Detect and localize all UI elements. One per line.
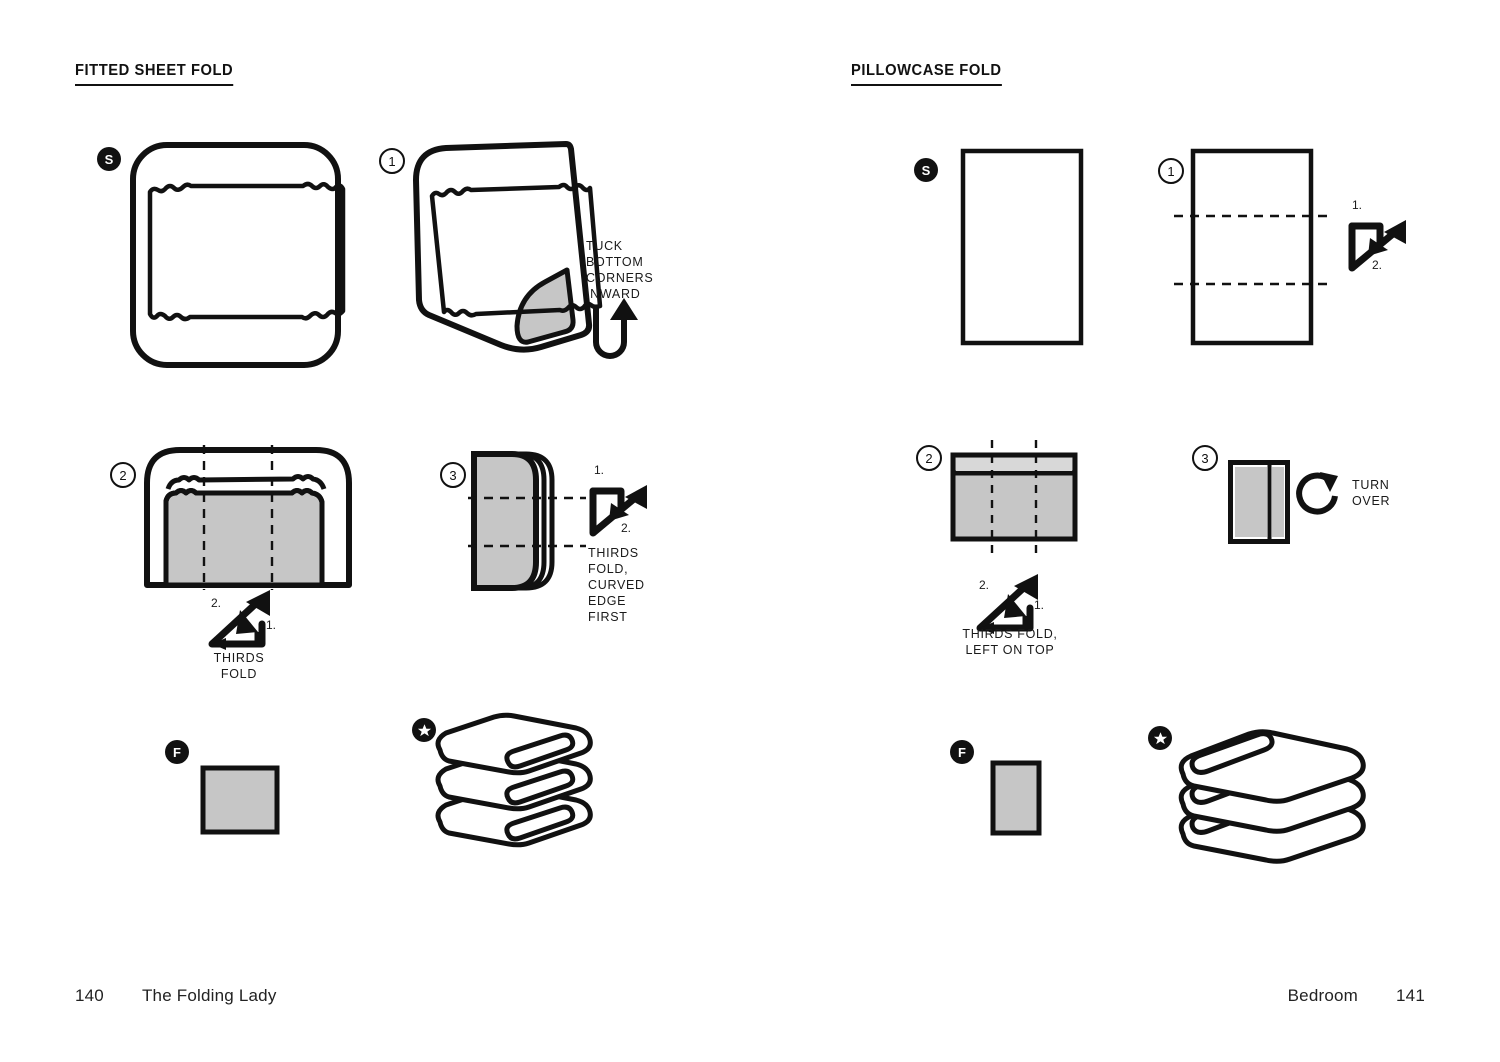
figure-fitted-sheet-flat-result <box>200 765 280 835</box>
callout-tuck-bottom-corners: TUCK BOTTOM CORNERS INWARD <box>586 239 654 301</box>
badge-step2-pillowcase: 2 <box>916 445 942 471</box>
figure-folded-stack-fitted-sheet <box>430 712 610 858</box>
arrow-step-label-1-fitted-step2: 1. <box>266 618 277 632</box>
badge-start-pillowcase: S <box>914 158 938 182</box>
figure-fitted-sheet-step1 <box>404 140 603 372</box>
figure-pillowcase-start <box>960 148 1084 346</box>
badge-start-fitted-sheet: S <box>97 147 121 171</box>
figure-pillowcase-step1 <box>1174 148 1330 346</box>
figure-fitted-sheet-step2 <box>142 445 354 590</box>
footer-book-title: The Folding Lady <box>141 986 277 1005</box>
arrow-step-label-1-pillowcase-step1: 1. <box>1352 198 1363 212</box>
rotate-clockwise-arrow-icon <box>1296 466 1346 522</box>
arrow-step-label-2-fitted-step2: 2. <box>211 596 222 610</box>
u-turn-up-arrow-icon <box>588 296 646 362</box>
callout-turn-over: TURN OVER <box>1352 478 1391 508</box>
badge-step3-fitted-sheet: 3 <box>440 462 466 488</box>
section-heading-pillowcase: PILLOWCASE FOLD <box>851 62 1002 86</box>
figure-pillowcase-step2 <box>950 440 1078 554</box>
figure-pillowcase-flat-result <box>990 760 1042 836</box>
star-icon <box>1153 731 1167 744</box>
badge-final-pillowcase <box>1148 726 1172 750</box>
arrow-step-label-2-pillowcase-step1: 2. <box>1372 258 1383 272</box>
figure-fitted-sheet-step3 <box>468 450 598 591</box>
badge-step1-fitted-sheet: 1 <box>379 148 405 174</box>
badge-flat-fitted-sheet: F <box>165 740 189 764</box>
star-icon <box>417 723 431 736</box>
figure-folded-stack-pillowcase <box>1175 729 1366 864</box>
footer-page-number-right: 141 <box>1396 986 1425 1005</box>
badge-step2-fitted-sheet: 2 <box>110 462 136 488</box>
thirds-fold-arrow-icon <box>585 483 651 545</box>
callout-thirds-fold-curved-edge: THIRDS FOLD, CURVED EDGE FIRST <box>588 546 645 624</box>
callout-thirds-fold-fitted: THIRDS FOLD <box>213 651 265 681</box>
footer-page-number-left: 140 <box>75 986 104 1005</box>
badge-step1-pillowcase: 1 <box>1158 158 1184 184</box>
arrow-step-label-2-pillowcase-step2: 2. <box>979 578 990 592</box>
arrow-step-label-1-fitted-step3: 1. <box>594 463 605 477</box>
footer-section-name: Bedroom <box>1287 986 1359 1005</box>
figure-fitted-sheet-start <box>128 140 346 370</box>
figure-pillowcase-step3 <box>1228 460 1290 544</box>
footer-left: 140 The Folding Lady <box>75 986 277 1006</box>
book-spread: FITTED SHEET FOLD PILLOWCASE FOLD S 1 TU… <box>0 0 1500 1062</box>
footer-right: Bedroom 141 <box>1288 986 1425 1006</box>
arrow-step-label-1-pillowcase-step2: 1. <box>1034 598 1045 612</box>
callout-thirds-fold-left-on-top: THIRDS FOLD, LEFT ON TOP <box>962 627 1058 657</box>
badge-step3-pillowcase: 3 <box>1192 445 1218 471</box>
section-heading-fitted-sheet: FITTED SHEET FOLD <box>75 62 234 86</box>
badge-flat-pillowcase: F <box>950 740 974 764</box>
arrow-step-label-2-fitted-step3: 2. <box>621 521 632 535</box>
